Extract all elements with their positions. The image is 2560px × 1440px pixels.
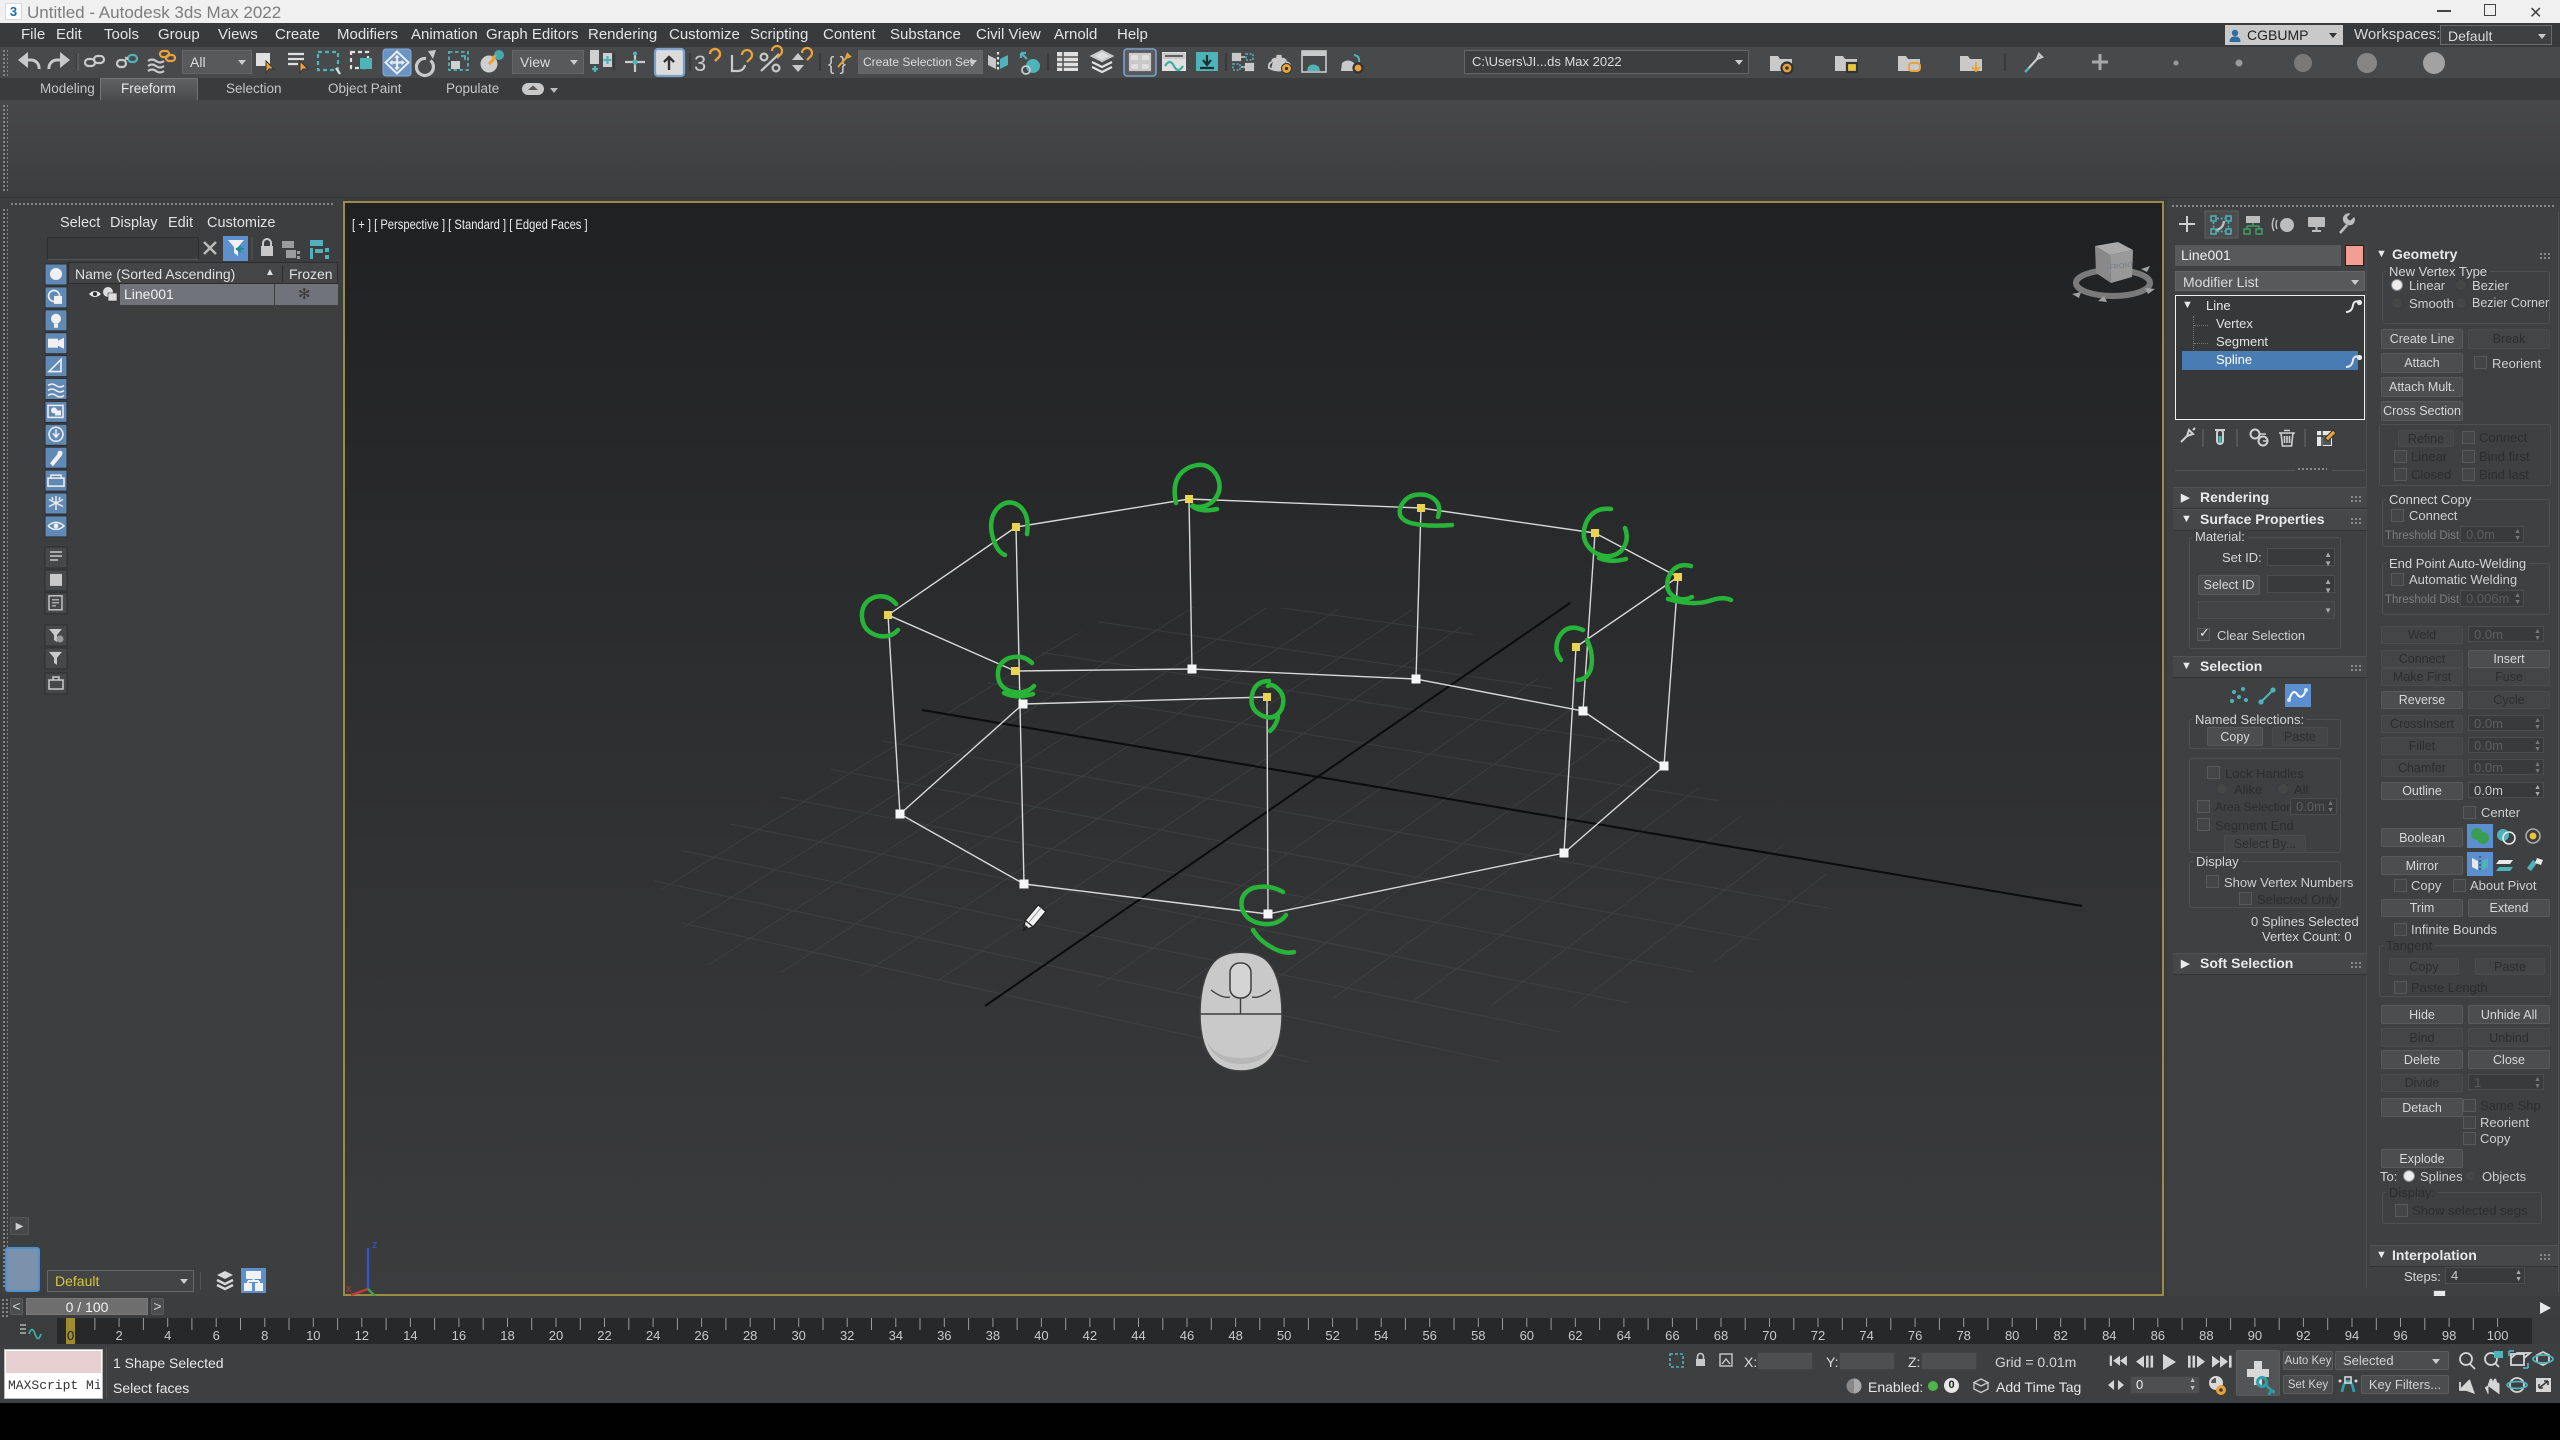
svg-text:86: 86 <box>2151 1328 2165 1343</box>
svg-text:84: 84 <box>2102 1328 2116 1343</box>
svg-text:50: 50 <box>1277 1328 1291 1343</box>
svg-text:12: 12 <box>355 1328 369 1343</box>
svg-text:24: 24 <box>646 1328 660 1343</box>
svg-text:26: 26 <box>694 1328 708 1343</box>
svg-text:44: 44 <box>1131 1328 1145 1343</box>
svg-text:76: 76 <box>1908 1328 1922 1343</box>
svg-text:22: 22 <box>597 1328 611 1343</box>
svg-text:3: 3 <box>694 51 706 76</box>
svg-text:34: 34 <box>889 1328 903 1343</box>
svg-text:62: 62 <box>1568 1328 1582 1343</box>
svg-text:20: 20 <box>549 1328 563 1343</box>
svg-text:32: 32 <box>840 1328 854 1343</box>
svg-text:6: 6 <box>213 1328 220 1343</box>
svg-text:58: 58 <box>1471 1328 1485 1343</box>
svg-text:98: 98 <box>2442 1328 2456 1343</box>
svg-text:46: 46 <box>1180 1328 1194 1343</box>
svg-text:4: 4 <box>164 1328 171 1343</box>
svg-text:70: 70 <box>1762 1328 1776 1343</box>
svg-text:40: 40 <box>1034 1328 1048 1343</box>
svg-text:74: 74 <box>1859 1328 1873 1343</box>
svg-text:8: 8 <box>261 1328 268 1343</box>
svg-text:100: 100 <box>2487 1328 2509 1343</box>
svg-text:0: 0 <box>67 1328 74 1343</box>
svg-text:18: 18 <box>500 1328 514 1343</box>
svg-text:88: 88 <box>2199 1328 2213 1343</box>
svg-text:10: 10 <box>306 1328 320 1343</box>
svg-text:16: 16 <box>452 1328 466 1343</box>
svg-text:30: 30 <box>791 1328 805 1343</box>
svg-text:90: 90 <box>2248 1328 2262 1343</box>
svg-text:z: z <box>372 1239 378 1251</box>
svg-text:38: 38 <box>986 1328 1000 1343</box>
svg-text:14: 14 <box>403 1328 417 1343</box>
svg-text:92: 92 <box>2296 1328 2310 1343</box>
svg-text:52: 52 <box>1325 1328 1339 1343</box>
svg-text:68: 68 <box>1714 1328 1728 1343</box>
svg-text:54: 54 <box>1374 1328 1388 1343</box>
svg-text:36: 36 <box>937 1328 951 1343</box>
svg-text:72: 72 <box>1811 1328 1825 1343</box>
svg-text:42: 42 <box>1083 1328 1097 1343</box>
svg-text:82: 82 <box>2053 1328 2067 1343</box>
svg-text:2: 2 <box>115 1328 122 1343</box>
svg-text:94: 94 <box>2345 1328 2359 1343</box>
svg-text:x: x <box>346 1283 352 1295</box>
svg-text:96: 96 <box>2393 1328 2407 1343</box>
svg-text:48: 48 <box>1228 1328 1242 1343</box>
svg-text:78: 78 <box>1956 1328 1970 1343</box>
svg-text:80: 80 <box>2005 1328 2019 1343</box>
svg-text:66: 66 <box>1665 1328 1679 1343</box>
svg-text:64: 64 <box>1617 1328 1631 1343</box>
svg-text:60: 60 <box>1520 1328 1534 1343</box>
svg-text:{ }: { } <box>828 54 846 75</box>
svg-text:56: 56 <box>1422 1328 1436 1343</box>
svg-text:28: 28 <box>743 1328 757 1343</box>
